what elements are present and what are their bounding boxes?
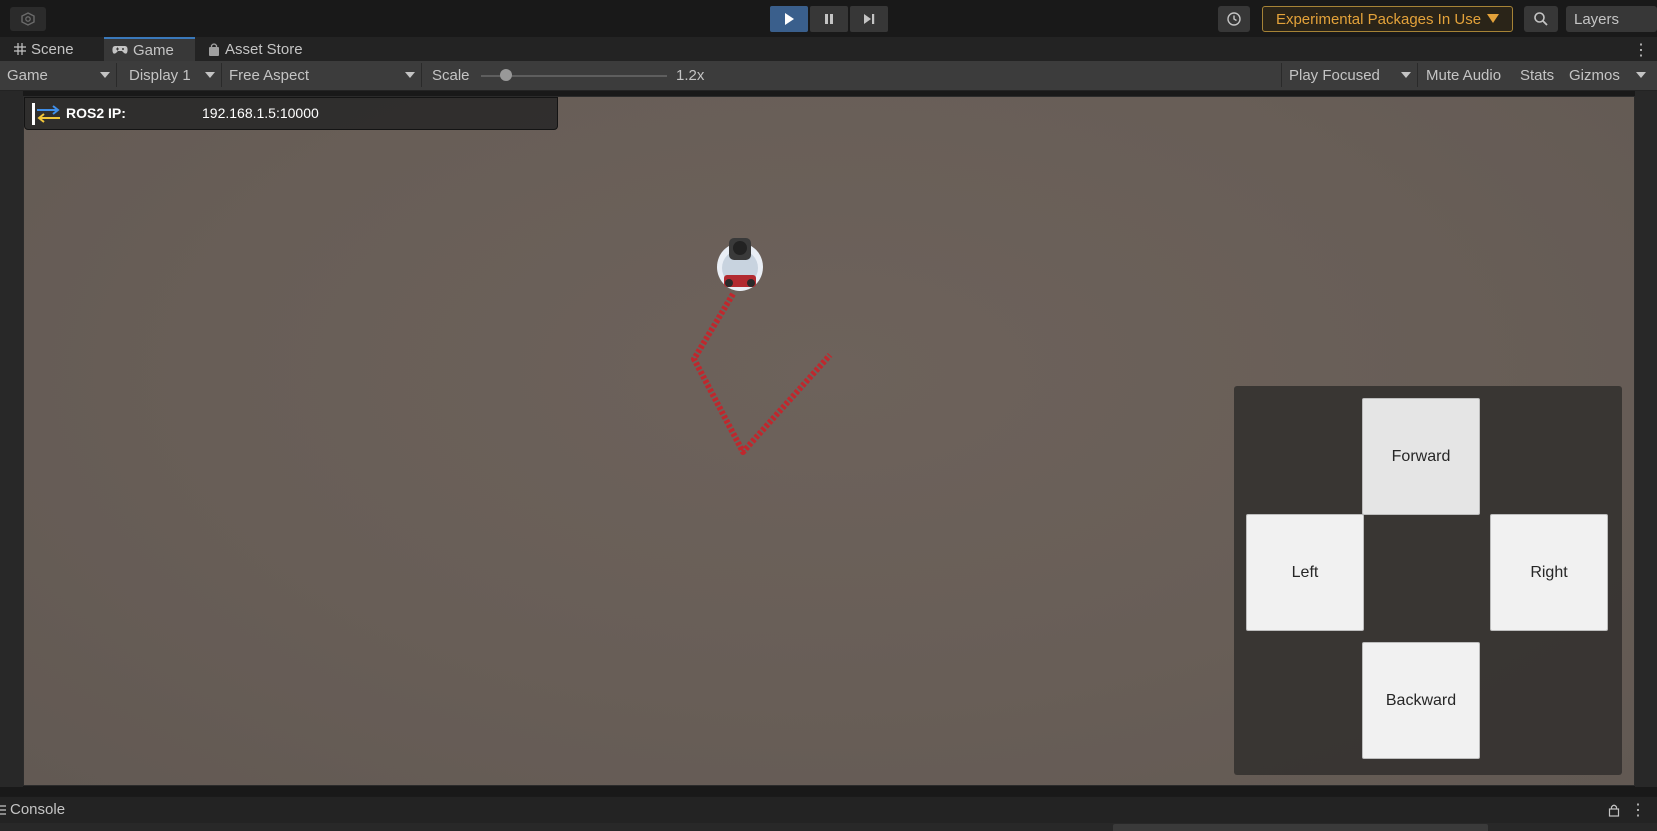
- experimental-packages-label: Experimental Packages In Use: [1275, 10, 1482, 28]
- tab-game[interactable]: Game: [104, 37, 195, 61]
- undo-history-button[interactable]: [1218, 6, 1250, 32]
- tab-console-label: Console: [10, 801, 66, 818]
- step-icon: [864, 14, 875, 24]
- list-icon: [0, 804, 6, 815]
- kebab-menu-icon[interactable]: ⋮: [1633, 40, 1649, 60]
- chevron-down-icon: [100, 72, 110, 78]
- game-view-toolbar: Game Display 1 Free Aspect Scale 1.2x Pl…: [0, 61, 1657, 91]
- pause-icon: [825, 14, 833, 24]
- backward-button[interactable]: Backward: [1362, 642, 1480, 759]
- display-select[interactable]: Display 1: [122, 63, 222, 87]
- main-toolbar: Experimental Packages In Use Layers: [0, 0, 1657, 37]
- console-search-input[interactable]: [1113, 824, 1488, 831]
- path-trail: [691, 292, 833, 455]
- bag-icon: [209, 42, 219, 56]
- step-button[interactable]: [850, 6, 888, 32]
- search-button[interactable]: [1524, 6, 1558, 32]
- play-icon: [785, 13, 794, 25]
- forward-button[interactable]: Forward: [1362, 398, 1480, 515]
- search-icon: [1534, 12, 1548, 26]
- robot-avatar: [717, 238, 763, 291]
- right-button[interactable]: Right: [1490, 514, 1608, 631]
- left-button[interactable]: Left: [1246, 514, 1364, 631]
- mute-audio-toggle[interactable]: Mute Audio: [1426, 63, 1501, 87]
- cloud-icon[interactable]: [10, 7, 46, 31]
- chevron-down-icon: [1487, 14, 1500, 23]
- play-mode-value: Play Focused: [1289, 66, 1380, 84]
- tab-console[interactable]: Console: [0, 801, 65, 818]
- chevron-down-icon: [205, 72, 215, 78]
- left-edge: [0, 91, 23, 787]
- pause-button[interactable]: [810, 6, 848, 32]
- gizmos-chevron-down-icon[interactable]: [1636, 72, 1646, 78]
- tab-scene[interactable]: Scene: [14, 37, 74, 61]
- scale-slider-handle[interactable]: [500, 69, 512, 81]
- grid-icon: [14, 43, 26, 55]
- right-edge: [1635, 91, 1657, 787]
- direction-pad: Forward Left Right Backward: [1234, 386, 1622, 775]
- gamepad-icon: [112, 46, 128, 54]
- kebab-menu-icon[interactable]: ⋮: [1630, 800, 1646, 820]
- layers-label: Layers: [1574, 10, 1620, 28]
- lock-icon[interactable]: [1608, 803, 1620, 817]
- chevron-down-icon: [405, 72, 415, 78]
- scale-label: Scale: [432, 66, 470, 84]
- play-button[interactable]: [770, 6, 808, 32]
- game-viewport[interactable]: ROS2 IP: 192.168.1.5:10000 Forward Left …: [23, 96, 1635, 786]
- gizmos-toggle[interactable]: Gizmos: [1569, 63, 1620, 87]
- tab-bar: Scene Game Asset Store ⋮: [0, 37, 1657, 62]
- console-tab-bar: Console ⋮: [0, 796, 1657, 824]
- play-mode-select[interactable]: Play Focused: [1281, 63, 1418, 87]
- tab-asset-store[interactable]: Asset Store: [208, 37, 303, 61]
- experimental-packages-dropdown[interactable]: Experimental Packages In Use: [1262, 6, 1513, 32]
- history-icon: [1227, 12, 1241, 26]
- chevron-down-icon: [1401, 72, 1411, 78]
- tab-asset-store-label: Asset Store: [225, 40, 303, 58]
- scale-value: 1.2x: [676, 66, 705, 84]
- view-select-value: Game: [7, 66, 48, 84]
- tab-scene-label: Scene: [31, 40, 74, 58]
- aspect-select-value: Free Aspect: [229, 66, 310, 84]
- play-controls: [770, 6, 888, 32]
- tab-game-label: Game: [133, 41, 174, 59]
- display-select-value: Display 1: [129, 66, 191, 84]
- stats-toggle[interactable]: Stats: [1520, 63, 1554, 87]
- view-select[interactable]: Game: [0, 63, 117, 87]
- layers-dropdown[interactable]: Layers: [1566, 6, 1657, 32]
- aspect-select[interactable]: Free Aspect: [222, 63, 422, 87]
